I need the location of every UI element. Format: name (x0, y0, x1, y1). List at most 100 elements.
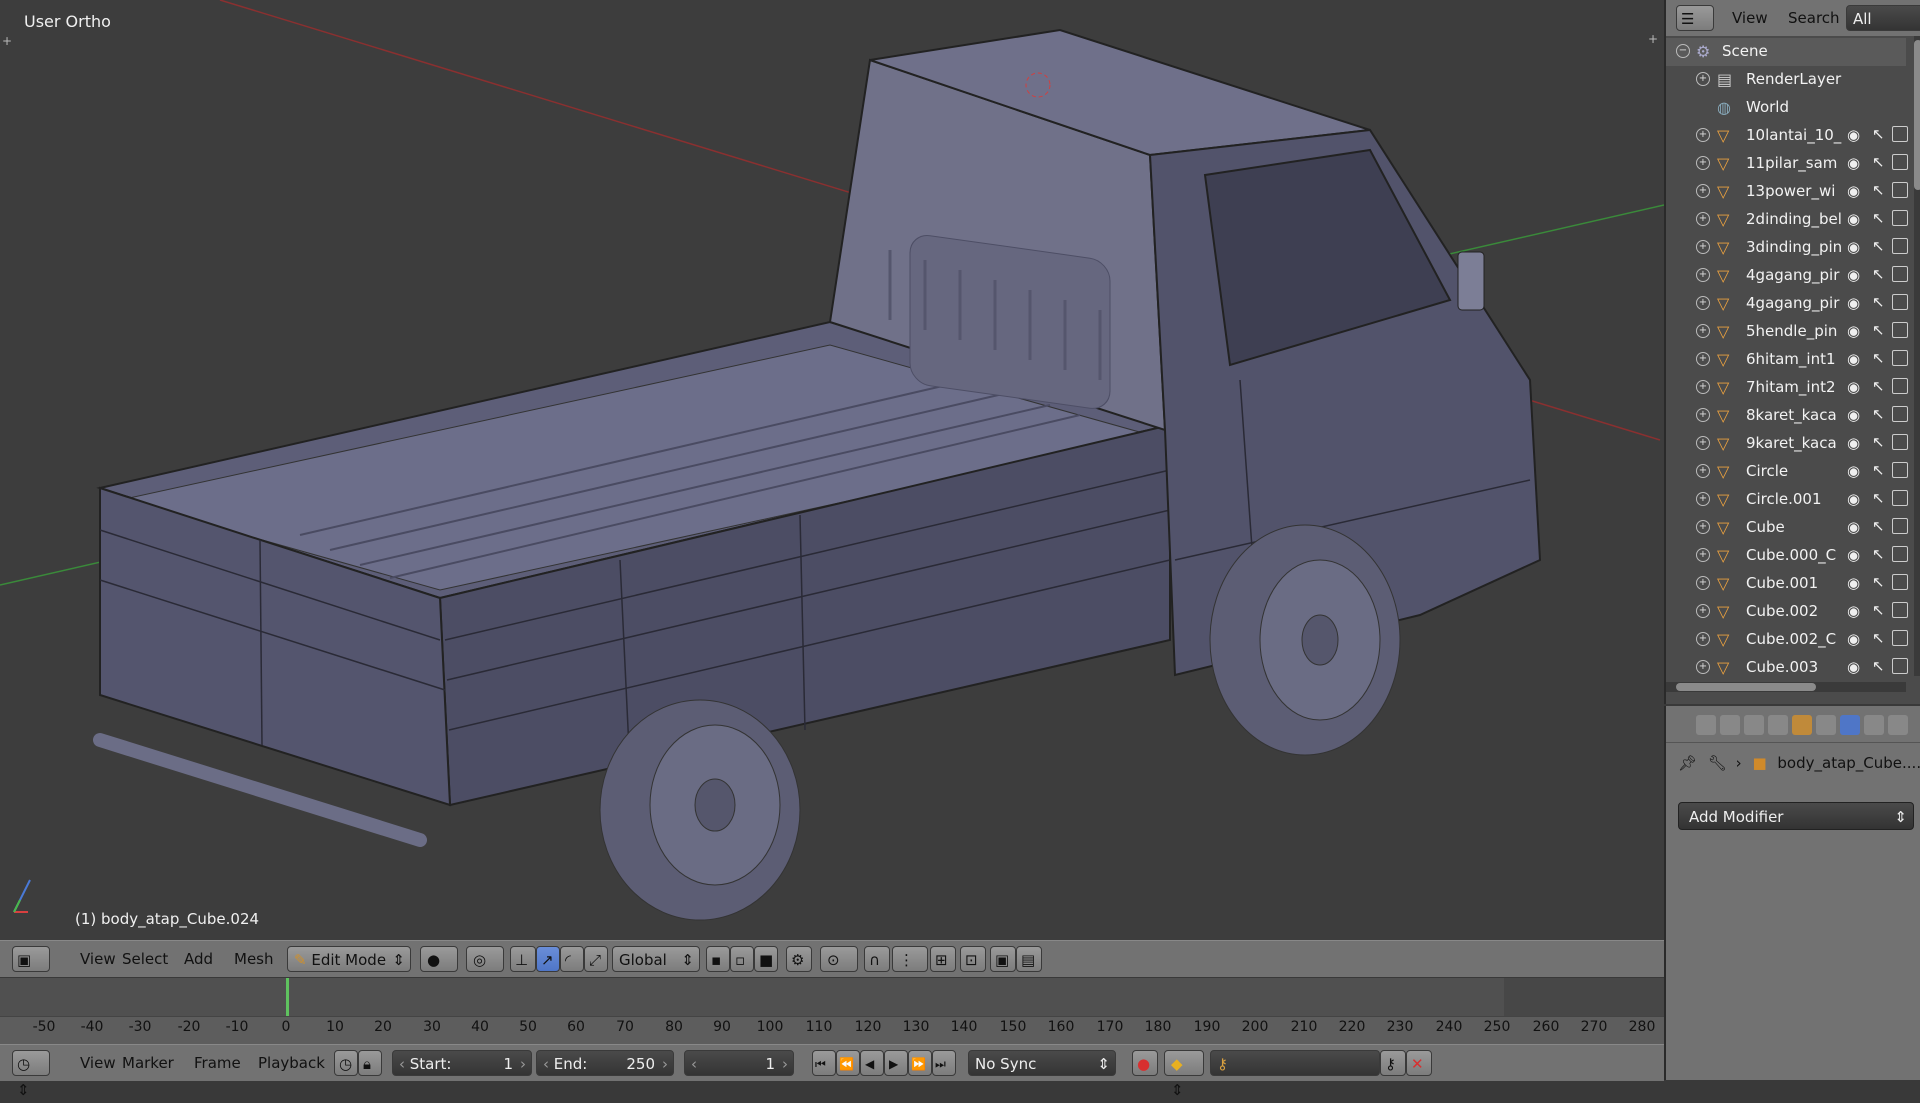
menu-view[interactable]: View (1724, 1, 1776, 35)
outliner-row-object[interactable]: + ▽ Cube.001 ◉ ↖ (1666, 570, 1908, 598)
menu-search[interactable]: Search (1780, 1, 1848, 35)
start-frame-field[interactable]: ‹ Start: 1 › (392, 1050, 532, 1076)
render-toggle-icon[interactable] (1892, 238, 1908, 254)
expand-icon[interactable]: + (1696, 128, 1710, 142)
modifiers-tab-icon[interactable] (1840, 715, 1860, 735)
menu-mesh[interactable]: Mesh (226, 942, 282, 976)
expand-icon[interactable]: + (1696, 156, 1710, 170)
proportional-editing-button[interactable]: ⊙ ⇕ (820, 946, 858, 995)
outliner-row-object[interactable]: + ▽ Cube.003 ◉ ↖ (1666, 654, 1908, 682)
data-tab-icon[interactable] (1864, 715, 1884, 735)
snap-target-button[interactable]: ⊞ (930, 946, 956, 972)
rotate-manipulator[interactable]: ◜ (560, 946, 584, 972)
translate-manipulator[interactable]: ↗ (536, 946, 560, 972)
eye-icon[interactable]: ◉ (1847, 182, 1860, 200)
eye-icon[interactable]: ◉ (1847, 602, 1860, 620)
outliner-hscrollbar-thumb[interactable] (1676, 683, 1816, 691)
expand-icon[interactable]: + (1696, 72, 1710, 86)
render-toggle-icon[interactable] (1892, 322, 1908, 338)
pivot-point-button[interactable]: ◎ ⇕ (466, 946, 504, 995)
jump-end-button[interactable]: ⏭ (932, 1050, 956, 1076)
expand-icon[interactable]: + (1696, 380, 1710, 394)
cursor-select-icon[interactable]: ↖ (1872, 209, 1885, 227)
eye-icon[interactable]: ◉ (1847, 322, 1860, 340)
outliner-row-object[interactable]: + ▽ 4gagang_pir ◉ ↖ (1666, 262, 1908, 290)
expand-icon[interactable]: + (1696, 352, 1710, 366)
eye-icon[interactable]: ◉ (1847, 518, 1860, 536)
outliner-scrollbar-thumb[interactable] (1914, 40, 1920, 190)
outliner-row-object[interactable]: + ▽ 2dinding_bel ◉ ↖ (1666, 206, 1908, 234)
outliner-row-object[interactable]: + ▽ 5hendle_pin ◉ ↖ (1666, 318, 1908, 346)
eye-icon[interactable]: ◉ (1847, 658, 1860, 676)
expand-icon[interactable]: + (1696, 548, 1710, 562)
constraints-tab-icon[interactable] (1816, 715, 1836, 735)
expand-icon[interactable]: + (1696, 464, 1710, 478)
expand-icon[interactable]: + (1696, 212, 1710, 226)
cursor-select-icon[interactable]: ↖ (1872, 377, 1885, 395)
display-mode-selector[interactable]: All Scenes (1846, 5, 1920, 54)
render-button[interactable]: ▣ (990, 946, 1016, 972)
outliner-row-object[interactable]: + ▽ 8karet_kaca ◉ ↖ (1666, 402, 1908, 430)
menu-playback[interactable]: Playback (250, 1046, 333, 1080)
timeline-editor[interactable]: -50 -40 -30 -20 -10 0 10 20 30 40 50 60 … (0, 978, 1664, 1045)
editor-type-button[interactable]: ▣ ⇕ (12, 946, 50, 995)
render-layers-tab-icon[interactable] (1720, 715, 1740, 735)
eye-icon[interactable]: ◉ (1847, 574, 1860, 592)
scene-tab-icon[interactable] (1744, 715, 1764, 735)
outliner-row-object[interactable]: + ▽ Cube.000_C ◉ ↖ (1666, 542, 1908, 570)
cursor-select-icon[interactable]: ↖ (1872, 293, 1885, 311)
cursor-select-icon[interactable]: ↖ (1872, 573, 1885, 591)
play-reverse-button[interactable]: ◀ (860, 1050, 884, 1076)
keying-set-button[interactable]: ◆ ⇕ (1164, 1050, 1204, 1099)
play-button[interactable]: ▶ (884, 1050, 908, 1076)
render-toggle-icon[interactable] (1892, 294, 1908, 310)
snap-element-button[interactable]: ⋮ ⇕ (892, 946, 928, 995)
end-frame-field[interactable]: ‹ End: 250 › (536, 1050, 674, 1076)
eye-icon[interactable]: ◉ (1847, 378, 1860, 396)
outliner-row-scene[interactable]: − ⚙ Scene (1666, 38, 1906, 66)
expand-icon[interactable]: + (1696, 268, 1710, 282)
world-tab-icon[interactable] (1768, 715, 1788, 735)
outliner-row-object[interactable]: + ▽ Circle.001 ◉ ↖ (1666, 486, 1908, 514)
expand-icon[interactable]: + (1696, 296, 1710, 310)
editor-type-button[interactable]: ☰ ⇕ (1676, 5, 1714, 54)
manipulator-toggle[interactable]: ⊥ (510, 946, 536, 972)
current-frame-field[interactable]: ‹ 1 › (684, 1050, 794, 1076)
expand-icon[interactable]: + (1696, 408, 1710, 422)
render-toggle-icon[interactable] (1892, 126, 1908, 142)
material-tab-icon[interactable] (1888, 715, 1908, 735)
expand-icon[interactable]: + (1696, 184, 1710, 198)
expand-icon[interactable]: + (1696, 324, 1710, 338)
render-toggle-icon[interactable] (1892, 462, 1908, 478)
render-toggle-icon[interactable] (1892, 378, 1908, 394)
cursor-select-icon[interactable]: ↖ (1872, 489, 1885, 507)
mode-selector[interactable]: ✎ Edit Mode ⇕ (287, 946, 411, 972)
menu-marker[interactable]: Marker (114, 1046, 182, 1080)
render-toggle-icon[interactable] (1892, 546, 1908, 562)
outliner-row-object[interactable]: + ▽ Circle ◉ ↖ (1666, 458, 1908, 486)
cursor-select-icon[interactable]: ↖ (1872, 517, 1885, 535)
3d-viewport[interactable]: User Ortho (1) body_atap_Cube.024 + + (0, 0, 1664, 940)
expand-icon[interactable]: + (1696, 632, 1710, 646)
vertex-select-mode[interactable]: ▪ (706, 946, 730, 972)
add-modifier-button[interactable]: Add Modifier ⇕ (1678, 802, 1914, 830)
cursor-select-icon[interactable]: ↖ (1872, 629, 1885, 647)
render-toggle-icon[interactable] (1892, 518, 1908, 534)
eye-icon[interactable]: ◉ (1847, 294, 1860, 312)
cursor-select-icon[interactable]: ↖ (1872, 237, 1885, 255)
cursor-select-icon[interactable]: ↖ (1872, 125, 1885, 143)
cursor-select-icon[interactable]: ↖ (1872, 601, 1885, 619)
cursor-select-icon[interactable]: ↖ (1872, 321, 1885, 339)
delete-keyframe-button[interactable]: ✕ (1406, 1050, 1432, 1076)
edge-select-mode[interactable]: ▫ (730, 946, 754, 972)
cursor-select-icon[interactable]: ↖ (1872, 349, 1885, 367)
eye-icon[interactable]: ◉ (1847, 462, 1860, 480)
expand-icon[interactable]: + (1696, 660, 1710, 674)
render-toggle-icon[interactable] (1892, 602, 1908, 618)
render-toggle-icon[interactable] (1892, 406, 1908, 422)
outliner-row-object[interactable]: + ▽ Cube.002 ◉ ↖ (1666, 598, 1908, 626)
expand-icon[interactable]: + (1696, 436, 1710, 450)
cursor-select-icon[interactable]: ↖ (1872, 657, 1885, 675)
render-toggle-icon[interactable] (1892, 490, 1908, 506)
outliner-row-object[interactable]: + ▽ 11pilar_sam ◉ ↖ (1666, 150, 1908, 178)
